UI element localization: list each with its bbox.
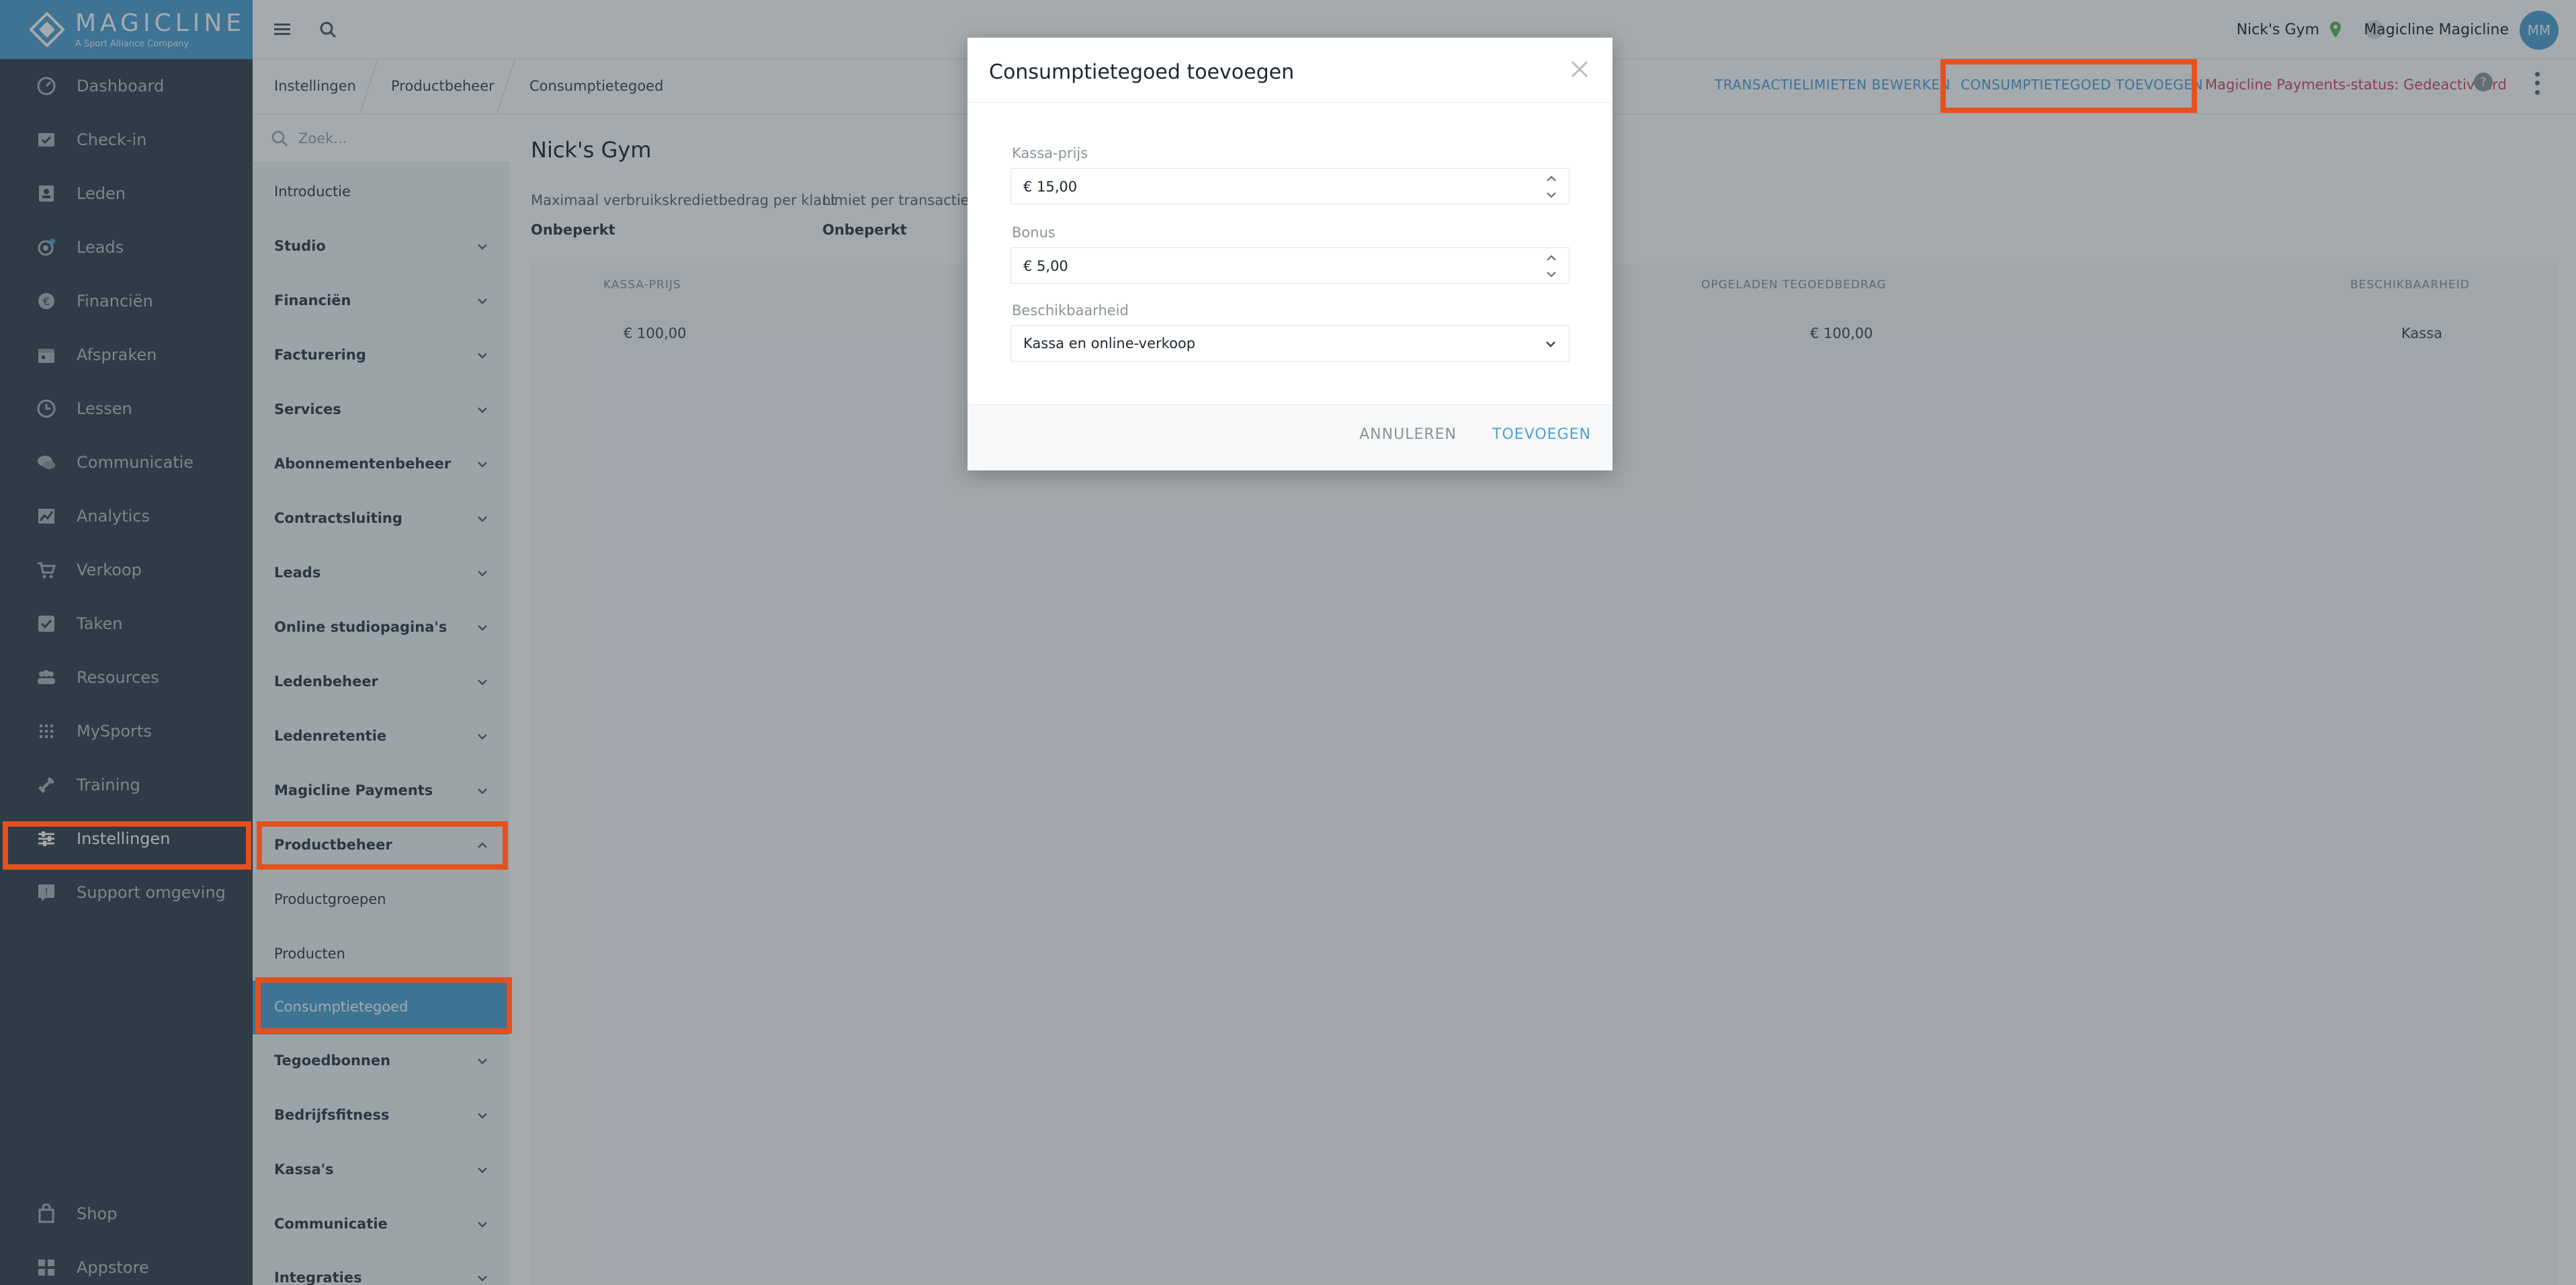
highlight-add-credit [1940, 59, 2197, 113]
highlight-consumptietegoed [255, 977, 512, 1034]
availability-label: Beschikbaarheid [1012, 302, 1129, 319]
price-field [1011, 168, 1570, 204]
highlight-productbeheer [257, 821, 508, 870]
bonus-field [1011, 247, 1570, 284]
dialog-divider [968, 102, 1613, 103]
bonus-input[interactable] [1023, 256, 1494, 276]
bonus-label: Bonus [1012, 224, 1056, 241]
stepper-arrows-icon[interactable] [1543, 251, 1559, 282]
cancel-button[interactable]: ANNULEREN [1359, 426, 1457, 443]
add-credit-dialog: Consumptietegoed toevoegen Kassa-prijs B… [968, 38, 1613, 470]
close-icon[interactable] [1567, 56, 1592, 82]
dialog-title: Consumptietegoed toevoegen [989, 60, 1295, 84]
add-button[interactable]: TOEVOEGEN [1492, 426, 1591, 443]
stepper-arrows-icon[interactable] [1543, 171, 1559, 202]
chevron-down-icon [1546, 341, 1555, 347]
price-input[interactable] [1023, 177, 1494, 197]
availability-value: Kassa en online-verkoop [1023, 335, 1196, 351]
availability-select[interactable]: Kassa en online-verkoop [1011, 325, 1570, 362]
highlight-instellingen [3, 821, 251, 870]
price-label: Kassa-prijs [1012, 145, 1088, 161]
